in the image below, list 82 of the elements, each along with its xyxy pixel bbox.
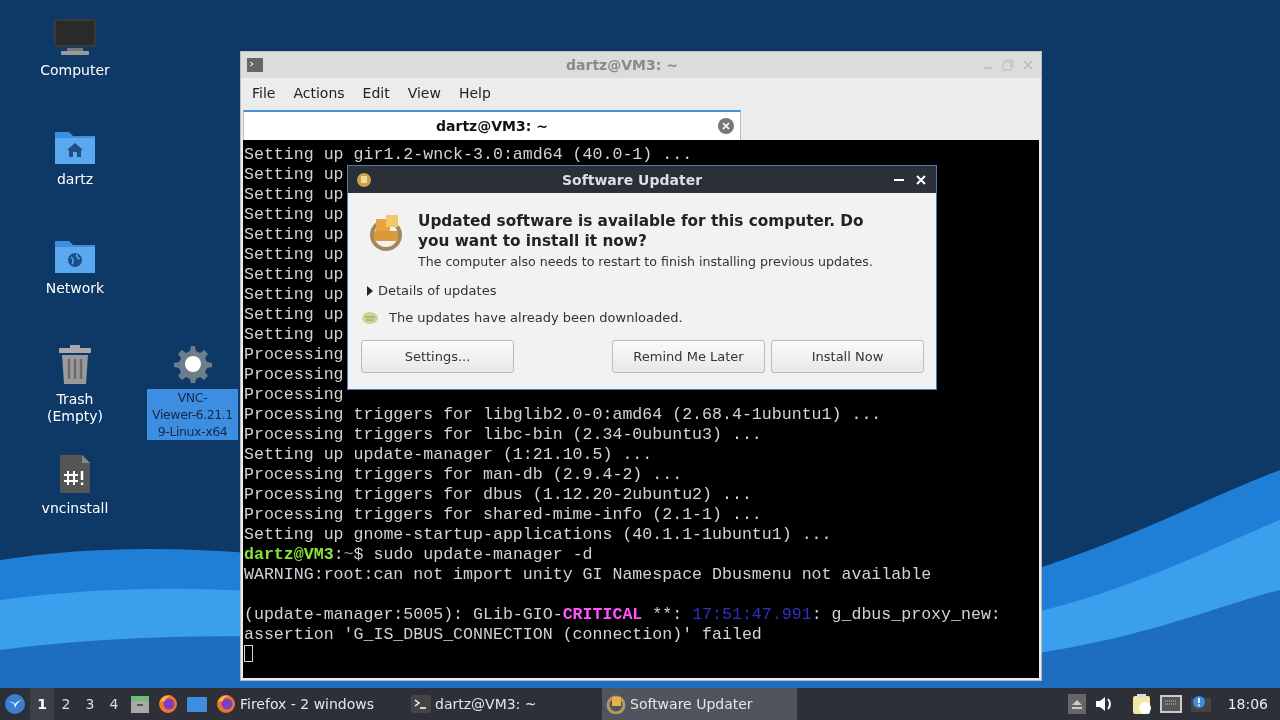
trash-icon [57, 345, 93, 385]
settings-button[interactable]: Settings... [361, 340, 514, 373]
menu-item[interactable]: Help [449, 81, 500, 105]
terminal-line: Setting up [244, 305, 344, 325]
start-menu-icon[interactable] [4, 693, 26, 715]
icon-label: VNC- Viewer-6.21.1 9-Linux-x64 [147, 389, 238, 440]
terminal-line: Setting up [244, 325, 344, 345]
close-icon[interactable] [914, 172, 928, 187]
firefox-icon[interactable] [158, 694, 178, 714]
desktop-icon[interactable]: Computer [25, 18, 125, 79]
file-cabinet-icon[interactable] [130, 694, 150, 714]
terminal-line: dartz@VM3:~$ sudo update-manager -d [244, 545, 593, 565]
install-button[interactable]: Install Now [771, 340, 924, 373]
taskbar-button[interactable]: Firefox - 2 windows [212, 688, 407, 720]
updater-icon [606, 694, 626, 714]
details-expander[interactable]: Details of updates [366, 283, 497, 298]
icon-label: Network [44, 280, 106, 297]
expander-arrow-icon [366, 285, 374, 296]
terminal-line: Processing triggers for libglib2.0-0:amd64 (2.68.4-1ubuntu1) ... [244, 405, 882, 425]
terminal-line: WARNING:root:can not import unity GI Namespace Dbusmenu not available [244, 565, 932, 585]
icon-label: vncinstall [40, 500, 110, 517]
desktop-icon[interactable]: Network [25, 236, 125, 297]
dialog-message: The computer also needs to restart to finish installing previous updates. [418, 254, 874, 269]
taskbar-button[interactable]: Software Updater [602, 688, 797, 720]
terminal-line: Setting up gir1.2-wnck-3.0:amd64 (40.0-1) ... [244, 145, 693, 165]
network-icon[interactable] [1159, 695, 1182, 713]
menu-item[interactable]: File [243, 81, 285, 105]
terminal-line: Setting up [244, 225, 344, 245]
terminal-line: Processing triggers for man-db (2.9.4-2) ... [244, 465, 683, 485]
terminal-tab[interactable]: dartz@VM3: ~ [243, 110, 741, 140]
window-title: dartz@VM3: ~ [565, 57, 679, 73]
show-desktop-icon[interactable] [186, 694, 208, 714]
workspace-button[interactable]: 2 [54, 688, 78, 720]
desktop-icon[interactable]: Trash (Empty) [25, 345, 125, 425]
cursor [244, 645, 253, 662]
terminal-line: Setting up [244, 205, 344, 225]
terminal-line: Setting up gnome-startup-applications (40.1.1-1ubuntu1) ... [244, 525, 832, 545]
workspace-button[interactable]: 3 [78, 688, 102, 720]
remind-later-button[interactable]: Remind Me Later [612, 340, 765, 373]
terminal-line: Setting up [244, 265, 344, 285]
terminal-line: Processing triggers for dbus (1.12.20-2ubuntu2) ... [244, 485, 752, 505]
menu-item[interactable]: View [398, 81, 450, 105]
volume-icon[interactable] [1093, 695, 1114, 713]
icon-label: Trash (Empty) [45, 391, 105, 425]
computer-icon [53, 18, 97, 56]
terminal-line: Setting up [244, 185, 344, 205]
download-status-icon [361, 310, 379, 325]
window-title: Software Updater [560, 171, 704, 188]
workspace-button[interactable]: 1 [30, 688, 54, 720]
terminal-icon [411, 695, 431, 713]
terminal-line: Processing [244, 385, 344, 405]
terminal-icon [247, 58, 263, 72]
menu-item[interactable]: Actions [284, 81, 354, 105]
terminal-line: (update-manager:5005): GLib-GIO-CRITICAL **: 17:51:47.991: g_dbus_proxy_new: [244, 605, 1001, 625]
terminal-line: Processing [244, 345, 344, 365]
status-message: The updates have already been downloaded. [389, 310, 683, 325]
icon-label: Computer [39, 62, 111, 79]
workspace-button[interactable]: 4 [102, 688, 126, 720]
script-file-icon [59, 454, 91, 494]
eject-icon[interactable] [1067, 694, 1086, 714]
desktop-icon[interactable]: VNC- Viewer-6.21.1 9-Linux-x64 [145, 345, 240, 440]
desktop-icon[interactable]: vncinstall [25, 454, 125, 517]
dialog-heading: Updated software is available for this computer. Do you want to install it now? [418, 211, 865, 251]
terminal-line: Setting up [244, 285, 344, 305]
terminal-line: Setting up [244, 245, 344, 265]
terminal-line: Setting up update-manager (1:21.10.5) ... [244, 445, 653, 465]
desktop-icon[interactable]: dartz [25, 127, 125, 188]
taskbar-button[interactable]: dartz@VM3: ~ [407, 688, 602, 720]
clipboard-icon[interactable] [1131, 693, 1152, 715]
terminal-line: Setting up [244, 165, 344, 185]
terminal-line: Processing [244, 365, 344, 385]
terminal-line: Processing triggers for libc-bin (2.34-0ubuntu3) ... [244, 425, 762, 445]
clock: 18:06 [1227, 696, 1268, 712]
firefox-icon [216, 694, 236, 714]
close-tab-icon[interactable] [718, 118, 734, 134]
notification-icon[interactable] [1189, 695, 1212, 713]
terminal-line: Processing triggers for shared-mime-info (2.1-1) ... [244, 505, 762, 525]
icon-label: dartz [55, 171, 95, 188]
gear-icon [173, 345, 212, 383]
terminal-line: assertion 'G_IS_DBUS_CONNECTION (connection)' failed [244, 625, 762, 645]
menu-item[interactable]: Edit [353, 81, 399, 105]
updater-icon [356, 171, 372, 188]
